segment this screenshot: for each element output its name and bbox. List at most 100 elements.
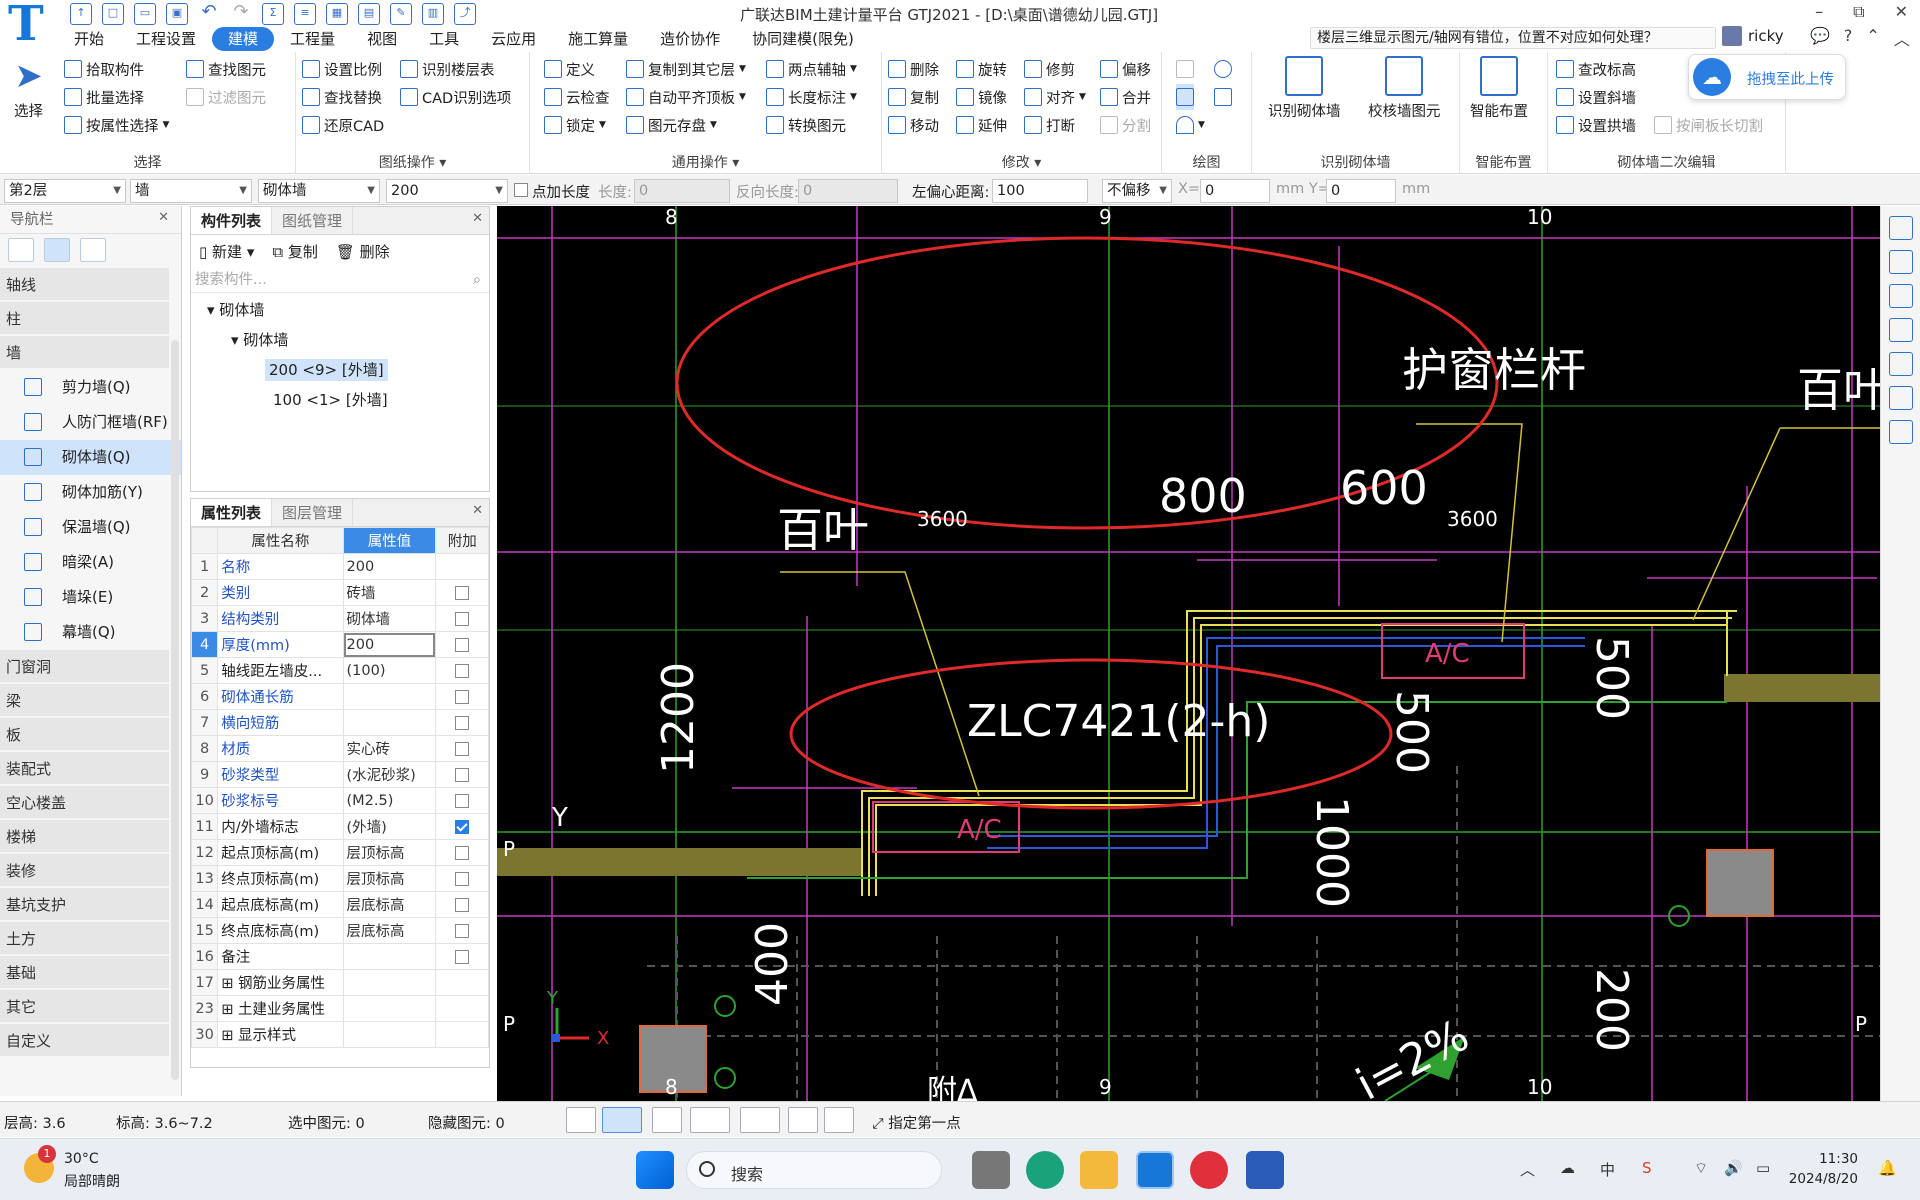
nav-wall-item-0[interactable]: 剪力墙(Q) [0,370,181,405]
close-icon[interactable]: ✕ [472,503,483,518]
attach-checkbox[interactable] [455,689,470,704]
attach-checkbox[interactable] [455,845,470,860]
nav-wall-item-7[interactable]: 幕墙(Q) [0,615,181,650]
drawing-canvas[interactable]: 8 9 10 8 9 10 P P P 百叶 百叶 护窗栏杆 3600 3600… [497,206,1880,1101]
property-row[interactable]: 15 终点底标高(m) 层底标高 [190,917,489,944]
settings-list-icon[interactable] [1888,420,1913,444]
restore-cad-button[interactable]: 还原CAD [302,112,384,138]
property-value[interactable]: 层顶标高 [342,839,437,866]
component-search-input[interactable]: 搜索构件... ⌕ [191,269,489,293]
property-row[interactable]: 6 砌体通长筋 [190,683,489,710]
menu-item-6[interactable]: 云应用 [475,27,552,51]
x-input[interactable]: 0 [1200,179,1270,203]
property-value[interactable] [342,1021,437,1048]
group-label-drawing[interactable]: 图纸操作 ▾ [296,152,529,172]
save-icon[interactable]: ▣ [166,3,188,25]
expand-icon[interactable]: ⊞ [221,1028,238,1044]
battery-icon[interactable]: ▭ [1756,1159,1770,1177]
task-view-icon[interactable] [972,1151,1010,1189]
property-value[interactable] [342,995,437,1022]
attach-checkbox[interactable] [455,819,470,834]
property-row[interactable]: 30 ⊞ 显示样式 [190,1021,489,1048]
dynamic-input-button[interactable] [740,1107,780,1133]
merge-button[interactable]: 合并 [1100,84,1151,110]
attach-checkbox[interactable] [455,741,470,756]
property-row[interactable]: 3 结构类别 砌体墙 [190,605,489,632]
property-value[interactable]: 200 [342,631,437,658]
maximize-icon[interactable]: ⧉ [1853,2,1864,22]
group-label-modify[interactable]: 修改 ▾ [882,152,1161,172]
nav-wall-item-4[interactable]: 保温墙(Q) [0,510,181,545]
property-row[interactable]: 13 终点顶标高(m) 层顶标高 [190,865,489,892]
property-row[interactable]: 4 厚度(mm) 200 [190,631,489,658]
property-value[interactable]: 层底标高 [342,917,437,944]
nav-section-bottom-1[interactable]: 梁 [0,684,169,718]
volume-icon[interactable]: 🔊 [1724,1159,1743,1177]
property-row[interactable]: 12 起点顶标高(m) 层顶标高 [190,839,489,866]
menu-item-9[interactable]: 协同建模(限免) [736,27,870,51]
notification-bell-icon[interactable]: 🔔 [1878,1159,1897,1177]
find-element-button[interactable]: 查找图元 [186,56,266,82]
attach-checkbox[interactable] [455,793,470,808]
tab-component-list[interactable]: 构件列表 [191,207,273,234]
layer-icon[interactable]: ▥ [422,3,444,25]
gtj-app-icon[interactable] [1136,1151,1174,1189]
property-row[interactable]: 9 砂浆类型 (水泥砂浆) [190,761,489,788]
clock[interactable]: 11:30 2024/8/20 [1789,1149,1858,1189]
fullscreen-icon[interactable] [1888,352,1913,376]
length-input[interactable]: 0 [634,179,730,203]
open-folder-icon[interactable]: ▭ [134,3,156,25]
property-value[interactable] [342,969,437,996]
circle-draw-button[interactable] [1214,56,1232,82]
attach-checkbox[interactable] [455,585,470,600]
close-icon[interactable]: ✕ [158,210,169,225]
select-button[interactable]: ➤ 选择 [14,56,43,121]
cut-by-slab-button[interactable]: 按闸板长切割 [1654,112,1763,138]
property-row[interactable]: 14 起点底标高(m) 层底标高 [190,891,489,918]
crosshair-button[interactable] [652,1107,682,1133]
nav-section-bottom-8[interactable]: 土方 [0,922,169,956]
nav-section-bottom-11[interactable]: 自定义 [0,1024,169,1058]
delete-button[interactable]: 删除 [888,56,939,82]
new-component-button[interactable]: ▯ 新建 ▾ [199,241,254,262]
trim-button[interactable]: 修剪 [1024,56,1075,82]
property-value[interactable] [342,709,437,736]
cloud-check-button[interactable]: 云检查 [544,84,610,110]
offset-mode-select[interactable]: 不偏移 ▼ [1102,179,1172,203]
chevron-up-icon[interactable]: ︿ [1894,26,1910,50]
taskbar-search[interactable]: 搜索 [686,1151,942,1189]
filter-element-button[interactable]: 过滤图元 [186,84,266,110]
length-dim-button[interactable]: 长度标注 ▼ [766,84,857,110]
rect-draw-button[interactable] [1214,84,1232,110]
property-value[interactable]: (100) [342,657,437,684]
left-offset-input[interactable]: 100 [992,179,1088,203]
upload-drop-button[interactable]: ☁ 拖拽至此上传 [1688,54,1846,100]
move-button[interactable]: 移动 [888,112,939,138]
nav-section-2[interactable]: 墙 [0,336,169,370]
cad-drawing[interactable]: 8 9 10 8 9 10 P P P 百叶 百叶 护窗栏杆 3600 3600… [497,206,1880,1101]
set-arch-wall-button[interactable]: 设置拱墙 [1556,112,1636,138]
y-input[interactable]: 0 [1326,179,1396,203]
property-row[interactable]: 17 ⊞ 钢筋业务属性 [190,969,489,996]
close-icon[interactable]: ✕ [472,211,483,226]
subtype-select[interactable]: 砌体墙 ▼ [258,179,380,203]
property-value[interactable]: 200 [342,553,437,580]
attach-checkbox[interactable] [455,897,470,912]
undo-icon[interactable]: ↶ [198,3,220,25]
menu-item-8[interactable]: 造价协作 [644,27,736,51]
set-slope-wall-button[interactable]: 设置斜墙 [1556,84,1636,110]
align-button[interactable]: 对齐 ▼ [1024,84,1086,110]
auto-align-top-button[interactable]: 自动平齐顶板 ▼ [626,84,746,110]
nav-section-bottom-9[interactable]: 基础 [0,956,169,990]
user-account[interactable]: ricky [1722,26,1784,46]
help-icon[interactable]: ? [1844,26,1853,50]
angle-button[interactable] [690,1107,730,1133]
tree-root[interactable]: ▾ 砌体墙 [191,295,489,325]
nav-section-bottom-0[interactable]: 门窗洞 [0,650,169,684]
property-value[interactable]: 层底标高 [342,891,437,918]
nav-section-0[interactable]: 轴线 [0,268,169,302]
nav-section-bottom-3[interactable]: 装配式 [0,752,169,786]
grid-icon[interactable]: ▤ [358,3,380,25]
tab-layer-manage[interactable]: 图层管理 [272,499,354,526]
recognize-wall-button[interactable]: 识别砌体墙 [1268,56,1341,121]
